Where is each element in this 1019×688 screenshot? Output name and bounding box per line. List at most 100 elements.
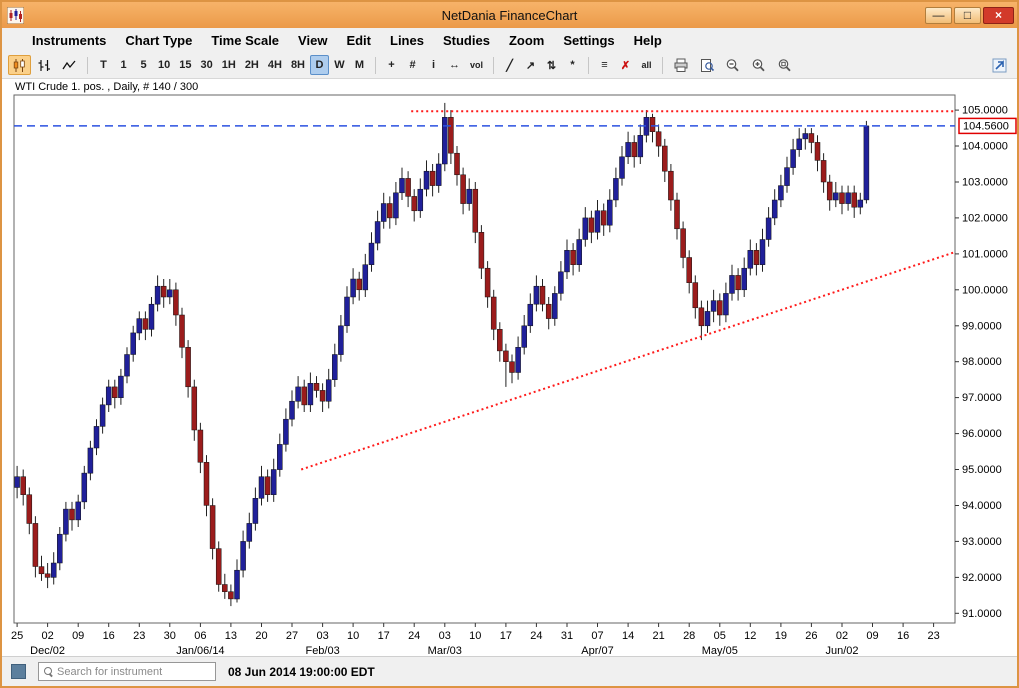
candle-body — [186, 347, 191, 387]
x-axis-month-label: Jan/06/14 — [176, 645, 224, 656]
candle-body — [387, 204, 392, 218]
toolbar-separator — [588, 57, 589, 74]
menu-help[interactable]: Help — [634, 33, 662, 48]
menu-time-scale[interactable]: Time Scale — [211, 33, 279, 48]
info-icon[interactable]: i — [424, 55, 443, 75]
candle-body — [112, 387, 117, 398]
grid-icon[interactable]: # — [403, 55, 422, 75]
chart-region: WTI Crude 1. pos. , Daily, # 140 / 300 1… — [2, 79, 1017, 656]
x-axis-label: 17 — [378, 630, 390, 642]
candle-body — [705, 311, 710, 325]
candle-body — [82, 473, 87, 502]
x-axis-label: 09 — [72, 630, 84, 642]
title-bar[interactable]: NetDania FinanceChart —□× — [2, 2, 1017, 28]
candle-body — [39, 567, 44, 574]
candle-body — [846, 193, 851, 204]
delete-line-icon[interactable]: ✗ — [616, 55, 635, 75]
candle-body — [70, 509, 75, 520]
toolbar-separator — [493, 57, 494, 74]
timescale-t-button[interactable]: T — [94, 55, 113, 75]
volume-icon[interactable]: vol — [466, 55, 487, 75]
x-axis-label: 28 — [683, 630, 695, 642]
candle-body — [216, 549, 221, 585]
timescale-d-button[interactable]: D — [310, 55, 329, 75]
menu-zoom[interactable]: Zoom — [509, 33, 544, 48]
timescale-30-button[interactable]: 30 — [197, 55, 217, 75]
candle-body — [589, 218, 594, 232]
ray-line-icon[interactable]: ↗ — [521, 55, 540, 75]
candle-body — [852, 193, 857, 207]
minimize-button[interactable]: — — [925, 7, 952, 24]
trend-line-icon[interactable]: ╱ — [500, 55, 519, 75]
candle-body — [503, 351, 508, 362]
candle-body — [143, 319, 148, 330]
timescale-10-button[interactable]: 10 — [154, 55, 174, 75]
candlestick-icon — [12, 58, 27, 73]
candle-body — [803, 134, 808, 139]
candle-body — [821, 160, 826, 182]
timescale-m-button[interactable]: M — [350, 55, 369, 75]
menu-chart-type[interactable]: Chart Type — [125, 33, 192, 48]
candle-body — [858, 200, 863, 207]
candle-body — [467, 189, 472, 203]
x-axis-label: 14 — [622, 630, 634, 642]
x-axis-label: 03 — [316, 630, 328, 642]
candle-body — [51, 563, 56, 577]
x-axis-month-label: Apr/07 — [581, 645, 613, 656]
timescale-5-button[interactable]: 5 — [134, 55, 153, 75]
zoom-reset-button[interactable] — [773, 55, 797, 75]
plot-area[interactable] — [14, 95, 955, 623]
chart-canvas[interactable]: 105.0000104.0000103.0000102.0000101.0000… — [2, 79, 1017, 656]
timescale-15-button[interactable]: 15 — [175, 55, 195, 75]
crosshair-icon[interactable]: + — [382, 55, 401, 75]
candle-body — [106, 387, 111, 405]
candle-body — [571, 250, 576, 264]
zoom-in-button[interactable] — [747, 55, 771, 75]
delete-all-lines-icon[interactable]: all — [637, 55, 656, 75]
x-axis-label: 30 — [164, 630, 176, 642]
timescale-1-button[interactable]: 1 — [114, 55, 133, 75]
close-button[interactable]: × — [983, 7, 1014, 24]
candle-body — [259, 477, 264, 499]
chart-type-line-button[interactable] — [58, 55, 81, 75]
candle-body — [302, 387, 307, 405]
candle-body — [198, 430, 203, 462]
y-axis-label: 91.0000 — [962, 608, 1002, 620]
timescale-1h-button[interactable]: 1H — [218, 55, 240, 75]
search-box[interactable] — [38, 662, 216, 681]
x-axis-month-label: Mar/03 — [428, 645, 462, 656]
search-input[interactable] — [57, 666, 210, 678]
candle-body — [546, 304, 551, 318]
menu-studies[interactable]: Studies — [443, 33, 490, 48]
menu-view[interactable]: View — [298, 33, 327, 48]
timescale-2h-button[interactable]: 2H — [241, 55, 263, 75]
print-preview-button[interactable] — [695, 55, 719, 75]
dock-panel-button[interactable] — [988, 55, 1011, 75]
timescale-8h-button[interactable]: 8H — [287, 55, 309, 75]
chart-type-candlestick-button[interactable] — [8, 55, 31, 75]
candle-body — [833, 193, 838, 200]
y-axis-label: 92.0000 — [962, 572, 1002, 584]
channel-lines-icon[interactable]: ⇅ — [542, 55, 561, 75]
menu-instruments[interactable]: Instruments — [32, 33, 106, 48]
candle-body — [583, 218, 588, 240]
candle-body — [662, 146, 667, 171]
timescale-4h-button[interactable]: 4H — [264, 55, 286, 75]
print-button[interactable] — [669, 55, 693, 75]
expand-horizontal-icon[interactable]: ↔ — [445, 55, 464, 75]
menu-settings[interactable]: Settings — [563, 33, 614, 48]
timescale-w-button[interactable]: W — [330, 55, 349, 75]
zoom-out-button[interactable] — [721, 55, 745, 75]
maximize-button[interactable]: □ — [954, 7, 981, 24]
x-axis-label: 05 — [714, 630, 726, 642]
candle-body — [326, 380, 331, 402]
menu-lines[interactable]: Lines — [390, 33, 424, 48]
candle-body — [63, 509, 68, 534]
candle-body — [192, 387, 197, 430]
menu-edit[interactable]: Edit — [346, 33, 371, 48]
fibonacci-line-icon[interactable]: * — [563, 55, 582, 75]
chart-type-bar-button[interactable] — [33, 55, 56, 75]
edit-lines-icon[interactable]: ≡ — [595, 55, 614, 75]
candle-body — [656, 132, 661, 146]
candle-body — [400, 178, 405, 192]
